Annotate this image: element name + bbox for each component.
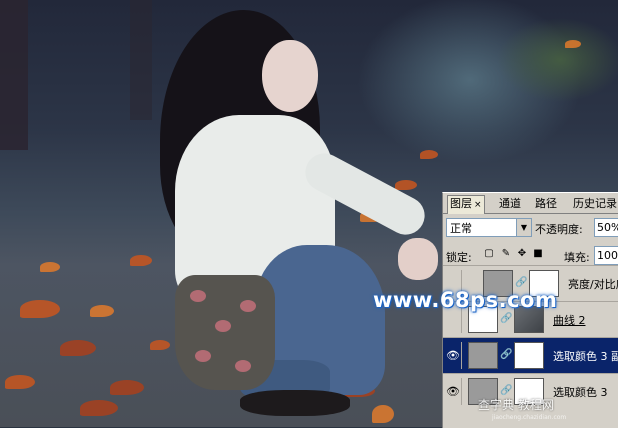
panel-tabs: 图层 × 通道 路径 历史记录 [443,195,618,214]
watermark-site: www.68ps.com [373,288,558,312]
lock-all-icon[interactable]: ■ [532,248,544,260]
tab-layers-label: 图层 [450,197,472,210]
eye-icon[interactable]: 👁 [445,378,462,405]
tab-paths[interactable]: 路径 [533,196,559,212]
lock-move-icon[interactable]: ✥ [516,248,528,260]
tree-trunk [0,0,28,150]
blend-mode-select[interactable]: 正常 ▼ [446,218,532,237]
flower-print [240,300,256,312]
mask-thumbnail [514,342,544,369]
lock-brush-icon[interactable]: ✎ [500,248,512,260]
leaf [420,150,438,159]
link-icon[interactable]: 🔗 [500,348,512,362]
leaf [150,340,170,350]
opacity-label: 不透明度: [535,223,583,236]
eye-icon[interactable]: 👁 [445,342,462,369]
leaf [5,375,35,389]
leaf [60,340,96,356]
face [262,40,318,112]
fill-input[interactable]: 100% [594,246,618,265]
lock-transparent-icon[interactable]: ▢ [483,248,495,260]
layer-name: 曲线 2 [553,314,586,327]
selective-color-thumbnail [468,342,498,369]
tree-trunk [130,0,152,120]
close-icon[interactable]: × [474,200,482,210]
leaf [40,262,60,272]
layer-row-selected[interactable]: 👁 🔗 选取颜色 3 副本 [443,337,618,373]
flower-print [190,290,206,302]
leaf [110,380,144,395]
leaf [372,405,394,423]
link-icon[interactable]: 🔗 [500,312,512,326]
sandals [240,390,350,416]
layer-name: 选取颜色 3 [553,386,608,399]
leaf [130,255,152,266]
opacity-input[interactable]: 50% [594,218,618,237]
lock-label: 锁定: [446,251,472,264]
leaf [565,40,581,48]
hand [398,238,438,280]
fill-label: 填充: [564,251,590,264]
watermark-bottom-url: jiaocheng.chazidian.com [492,414,567,421]
flower-print [215,320,231,332]
leaf [395,180,417,190]
watermark-bottom: 查字典 教程网 [478,398,554,412]
tab-channels[interactable]: 通道 [497,196,523,212]
leaf [20,300,60,318]
layer-name: 亮度/对比度 [568,278,618,291]
layer-name: 选取颜色 3 副本 [553,350,618,363]
leaf [80,400,118,416]
flower-print [195,350,211,362]
flower-print [235,360,251,372]
tab-history[interactable]: 历史记录 [571,196,618,212]
tab-layers[interactable]: 图层 × [447,195,485,214]
chevron-down-icon[interactable]: ▼ [516,219,531,236]
leaf [90,305,114,317]
blend-mode-value: 正常 [450,222,472,235]
